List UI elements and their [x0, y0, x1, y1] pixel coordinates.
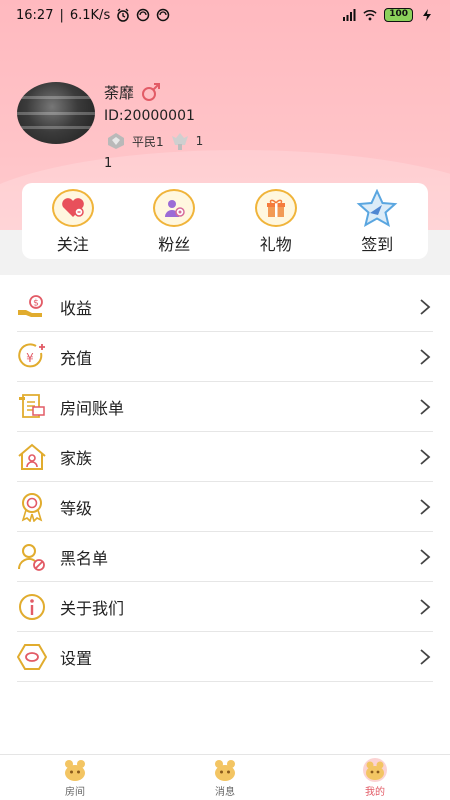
status-speed: 6.1K/s [69, 7, 111, 23]
menu-label-recharge: 充值 [60, 348, 93, 368]
heart-icon [51, 189, 94, 227]
menu-label-level: 等级 [60, 498, 93, 518]
menu-item-recharge[interactable]: ¥ 充值 [17, 332, 433, 382]
family-icon [17, 442, 47, 472]
blacklist-icon [17, 542, 47, 572]
gift-label: 礼物 [259, 235, 292, 254]
settings-icon [17, 642, 47, 672]
menu-item-income[interactable]: $ 收益 [17, 282, 433, 332]
chevron-right-icon [420, 498, 431, 515]
mine-icon [363, 757, 387, 782]
chevron-right-icon [420, 598, 431, 615]
sync-icon-2 [156, 8, 170, 22]
nav-label-mine: 我的 [365, 786, 385, 798]
bottom-nav: 房间 消息 我的 [0, 754, 450, 800]
male-gender-icon [142, 83, 161, 101]
menu-label-settings: 设置 [60, 648, 93, 668]
menu-label-family: 家族 [60, 448, 93, 468]
menu-label-about: 关于我们 [60, 598, 125, 618]
nav-tab-mine[interactable]: 我的 [330, 757, 420, 798]
recharge-icon: ¥ [17, 342, 47, 372]
chevron-right-icon [420, 448, 431, 465]
medal-icon [17, 492, 47, 522]
chevron-right-icon [420, 398, 431, 415]
menu-item-about[interactable]: 关于我们 [17, 582, 433, 632]
user-name: 荼靡 [104, 83, 135, 102]
checkin-label: 签到 [361, 235, 394, 254]
menu-item-settings[interactable]: 设置 [17, 632, 433, 682]
chevron-right-icon [420, 298, 431, 315]
wealth-level: 1 [195, 134, 204, 148]
user-id: ID:20000001 [104, 108, 195, 124]
menu-label-blacklist: 黑名单 [60, 548, 109, 568]
gift-icon [254, 189, 297, 227]
alarm-icon [117, 8, 129, 22]
fans-label: 粉丝 [158, 235, 191, 254]
level-badge-icon [108, 133, 124, 149]
menu-item-blacklist[interactable]: 黑名单 [17, 532, 433, 582]
wifi-icon [363, 10, 377, 21]
checkin-button[interactable]: 签到 [337, 189, 417, 255]
wealth-badge-icon [171, 133, 188, 150]
sync-icon [136, 8, 150, 22]
svg-text:$: $ [33, 298, 39, 308]
status-separator: | [59, 7, 64, 23]
svg-text:¥: ¥ [26, 351, 34, 365]
follow-label: 关注 [56, 235, 89, 254]
menu-item-family[interactable]: 家族 [17, 432, 433, 482]
charging-icon [423, 9, 431, 21]
bill-icon [17, 392, 47, 422]
chevron-right-icon [420, 348, 431, 365]
menu-label-income: 收益 [60, 298, 93, 318]
menu-item-room-bill[interactable]: 房间账单 [17, 382, 433, 432]
room-icon [65, 759, 85, 781]
menu-list: $ 收益 ¥ 充值 房间账单 家族 等级 黑名单 关于我们 设置 [0, 282, 450, 682]
profile-extra-value: 1 [104, 156, 113, 171]
level-name: 平民1 [132, 134, 164, 149]
user-name-row: 荼靡 [104, 81, 162, 103]
status-time: 16:27 [16, 7, 54, 23]
nav-label-messages: 消息 [215, 786, 235, 798]
quick-actions-card: 关注 粉丝 礼物 签到 [22, 183, 428, 259]
status-bar: 16:27 | 6.1K/s 100 [0, 0, 450, 30]
info-icon [17, 592, 47, 622]
chevron-right-icon [420, 648, 431, 665]
follow-button[interactable]: 关注 [33, 189, 113, 255]
income-icon: $ [17, 292, 47, 322]
level-row: 平民1 1 [106, 131, 203, 151]
nav-tab-room[interactable]: 房间 [30, 758, 120, 798]
message-icon [215, 759, 235, 781]
nav-tab-messages[interactable]: 消息 [180, 758, 270, 798]
fans-icon [153, 189, 196, 227]
fans-button[interactable]: 粉丝 [134, 189, 214, 255]
menu-item-level[interactable]: 等级 [17, 482, 433, 532]
avatar[interactable] [17, 82, 95, 144]
menu-label-room-bill: 房间账单 [60, 398, 125, 418]
battery-indicator: 100 [384, 8, 413, 22]
star-icon [356, 189, 398, 228]
signal-icon [343, 9, 356, 21]
gift-button[interactable]: 礼物 [236, 189, 316, 255]
chevron-right-icon [420, 548, 431, 565]
nav-label-room: 房间 [65, 786, 85, 798]
